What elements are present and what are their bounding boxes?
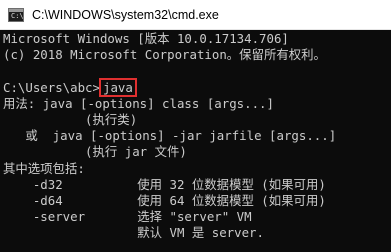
console-line-usage-3: 或 java [-options] -jar jarfile [args...] [3,128,337,144]
command-prompt: C:\Users\abc> [3,79,100,95]
console-line-usage-2: (执行类) [3,111,138,127]
console-line-usage-1: 用法: java [-options] class [args...] [3,95,274,111]
cmd-icon: C:\ [8,7,24,22]
console-line-option-d32: -d32 使用 32 位数据模型 (如果可用) [3,176,326,192]
cmd-window: C:\ C:\WINDOWS\system32\cmd.exe Microsof… [0,0,391,252]
console-line-copyright: (c) 2018 Microsoft Corporation。保留所有权利。 [3,47,326,63]
console-line-option-d64: -d64 使用 64 位数据模型 (如果可用) [3,192,326,208]
console-line-option-default: 默认 VM 是 server. [3,225,264,241]
console-line-usage-4: (执行 jar 文件) [3,144,187,160]
console-line-options-header: 其中选项包括: [3,160,85,176]
window-title: C:\WINDOWS\system32\cmd.exe [32,7,219,22]
console-output[interactable]: Microsoft Windows [版本 10.0.17134.706] (c… [0,30,391,252]
console-line-option-server: -server 选择 "server" VM [3,209,252,225]
cmd-icon-prompt: C:\ [11,11,24,20]
title-bar[interactable]: C:\ C:\WINDOWS\system32\cmd.exe [0,0,391,30]
console-line-version: Microsoft Windows [版本 10.0.17134.706] [3,31,289,46]
console-line-prompt: C:\Users\abc> java [3,77,391,97]
highlighted-command: java [98,77,137,97]
